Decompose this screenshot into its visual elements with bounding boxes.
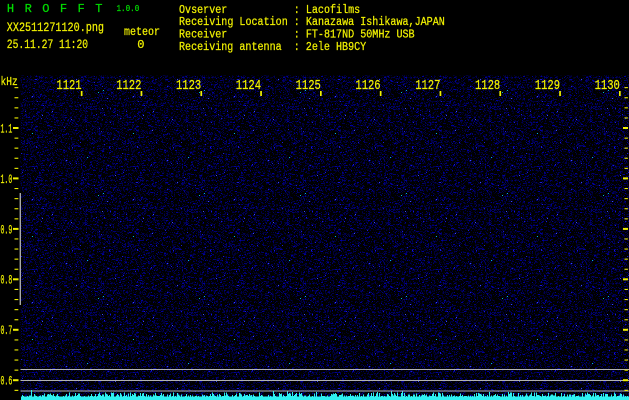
svg-text:1127: 1127 [415,78,440,94]
svg-text:F: F [60,2,67,16]
svg-text:1124: 1124 [236,78,261,94]
svg-text:T: T [95,2,102,16]
svg-text:1128: 1128 [475,78,500,94]
svg-text:25.11.27 11:20: 25.11.27 11:20 [7,38,88,52]
svg-text:1122: 1122 [116,78,141,94]
svg-text:1.0.0: 1.0.0 [117,4,140,14]
svg-text:Ovserver : Lacofilms: Ovserver : Lacofilms [179,4,360,17]
svg-text:R: R [25,2,32,16]
svg-text:1123: 1123 [176,78,201,94]
svg-text:meteor: meteor [124,25,160,39]
svg-text:1126: 1126 [355,78,380,94]
svg-text:0.6: 0.6 [1,375,13,389]
svg-text:O: O [42,2,49,16]
svg-text:0.7: 0.7 [1,324,13,338]
svg-text:F: F [78,2,85,16]
svg-text:1.0: 1.0 [1,173,13,187]
svg-text:1121: 1121 [56,78,81,94]
svg-text:0.9: 0.9 [1,223,13,237]
svg-text:XX2511271120.png: XX2511271120.png [7,21,104,35]
svg-text:1129: 1129 [535,78,560,94]
svg-text:Receiver : FT-817ND: Receiver : FT-817ND 50MHz USB [179,29,415,42]
svg-text:1130: 1130 [595,78,620,94]
svg-text:1125: 1125 [296,78,321,94]
svg-text:H: H [7,2,14,16]
svg-text:Receiving antenna : 2ele HB9C: Receiving antenna : 2ele HB9CY [179,41,366,54]
svg-text:Receiving Location : Kanazawa: Receiving Location : Kanazawa Ishikawa,J… [179,16,445,29]
svg-text:0: 0 [137,38,144,52]
svg-text:0.8: 0.8 [1,274,13,288]
svg-text:1.1: 1.1 [1,122,13,136]
svg-text:kHz: kHz [1,75,18,89]
